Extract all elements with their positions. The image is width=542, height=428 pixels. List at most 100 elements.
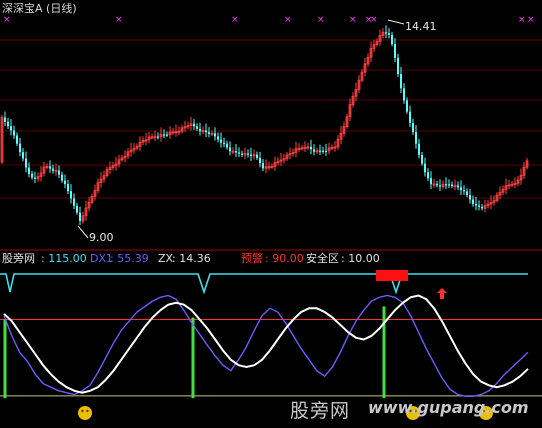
zx-value: : 14.36 — [172, 252, 211, 265]
top-marker-4: × — [317, 15, 325, 25]
warn-value: : 90.00 — [265, 252, 304, 265]
top-marker-2: × — [231, 15, 239, 25]
candle-body-141 — [424, 163, 426, 173]
bottom-signal-icon-0 — [78, 406, 92, 420]
candle-body-154 — [463, 190, 465, 192]
candle-body-80 — [241, 153, 243, 155]
candle-body-71 — [214, 133, 216, 137]
watermark-url: www.gupang.com — [368, 398, 529, 417]
candle-body-4 — [13, 130, 15, 136]
candle-body-52 — [157, 136, 159, 138]
candle-body-104 — [313, 149, 315, 152]
candle-body-73 — [220, 139, 222, 143]
candle-body-26 — [79, 212, 81, 221]
watermark-text: 股旁网 — [290, 400, 351, 422]
candle-body-137 — [412, 122, 414, 133]
candle-body-148 — [445, 184, 447, 186]
candle-body-160 — [481, 206, 483, 209]
top-marker-0: × — [3, 15, 11, 25]
candle-body-24 — [73, 198, 75, 206]
candle-body-128 — [385, 32, 387, 34]
candle-body-150 — [451, 184, 453, 187]
candle-body-149 — [448, 184, 450, 186]
candle-body-129 — [388, 33, 390, 35]
top-marker-3: × — [284, 15, 292, 25]
top-marker-7: × — [370, 15, 378, 25]
candle-body-155 — [466, 191, 468, 196]
candle-body-23 — [70, 191, 72, 199]
candle-body-135 — [406, 100, 408, 112]
candle-body-65 — [196, 126, 198, 129]
candle-body-64 — [193, 123, 195, 127]
candle-body-159 — [478, 205, 480, 207]
candle-body-19 — [58, 170, 60, 175]
candle-body-133 — [400, 74, 402, 89]
candle-body-106 — [319, 150, 321, 152]
candle-body-140 — [421, 154, 423, 164]
candle-body-21 — [64, 180, 66, 185]
candle-body-10 — [31, 173, 33, 178]
candle-body-86 — [259, 157, 261, 164]
top-marker-8: × — [518, 15, 526, 25]
indicator-top-line — [0, 273, 528, 295]
candle-body-54 — [163, 134, 165, 136]
candle-body-157 — [472, 199, 474, 204]
candle-body-55 — [166, 134, 168, 136]
indicator-header: 股旁网 : 115.00 DX1 : 55.39 ZX : 14.36 预警 :… — [0, 252, 542, 266]
chart-canvas[interactable]: × × × × × × ×× × × — [0, 0, 542, 428]
series-line-dx1 — [3, 294, 529, 397]
top-marker-1: × — [115, 15, 123, 25]
candle-body-139 — [418, 143, 420, 155]
candle-body-134 — [403, 88, 405, 101]
low-price-label: 9.00 — [89, 231, 114, 244]
safe-zone-value: : 10.00 — [341, 252, 380, 265]
low-pointer — [77, 225, 89, 239]
candle-body-146 — [439, 185, 441, 187]
indicator-name-value: : 115.00 — [41, 252, 87, 265]
top-marker-9: × — [527, 15, 535, 25]
candle-body-85 — [256, 154, 258, 158]
candle-body-9 — [28, 167, 30, 174]
candle-body-156 — [469, 195, 471, 200]
candle-body-132 — [397, 57, 399, 75]
candle-body-158 — [475, 203, 477, 206]
candle-body-138 — [415, 132, 417, 144]
candle-body-72 — [217, 136, 219, 140]
candle-body-2 — [7, 121, 9, 127]
zx-label: ZX — [158, 252, 174, 265]
candle-body-22 — [67, 184, 69, 192]
candle-body-6 — [19, 143, 21, 153]
candle-body-136 — [409, 111, 411, 123]
candle-body-20 — [61, 174, 63, 181]
stock-chart-window[interactable]: × × × × × × × × × × 深深宝A (日线) 14.41 9.00 股旁网 : 11… — [0, 0, 542, 428]
candle-body-142 — [427, 172, 429, 179]
candle-body-130 — [391, 34, 393, 45]
series-line-zx — [3, 294, 529, 394]
high-price-label: 14.41 — [405, 20, 437, 33]
candle-body-16 — [49, 166, 51, 169]
candle-body-152 — [457, 185, 459, 188]
sell-arrow-icon — [437, 288, 447, 299]
candle-body-69 — [208, 132, 210, 134]
candle-body-103 — [310, 146, 312, 150]
candle-body-74 — [223, 142, 225, 144]
candle-body-131 — [394, 44, 396, 58]
candle-body-5 — [16, 135, 18, 144]
candle-body-76 — [229, 147, 231, 152]
candle-body-17 — [52, 168, 54, 171]
warning-flag — [376, 270, 408, 281]
high-pointer — [387, 19, 405, 25]
candle-body-83 — [250, 154, 252, 156]
dx1-value: : 55.39 — [110, 252, 149, 265]
candle-body-68 — [205, 130, 207, 133]
candle-body-11 — [34, 177, 36, 179]
candle-body-75 — [226, 143, 228, 148]
candle-body-82 — [247, 153, 249, 155]
candle-body-107 — [322, 150, 324, 152]
candle-body-145 — [436, 183, 438, 186]
candle-body-8 — [25, 158, 27, 168]
safe-zone-label: 安全区 — [306, 252, 339, 265]
candle-body-153 — [460, 187, 462, 191]
chart-title: 深深宝A (日线) — [2, 2, 77, 15]
candle-body-79 — [238, 152, 240, 154]
